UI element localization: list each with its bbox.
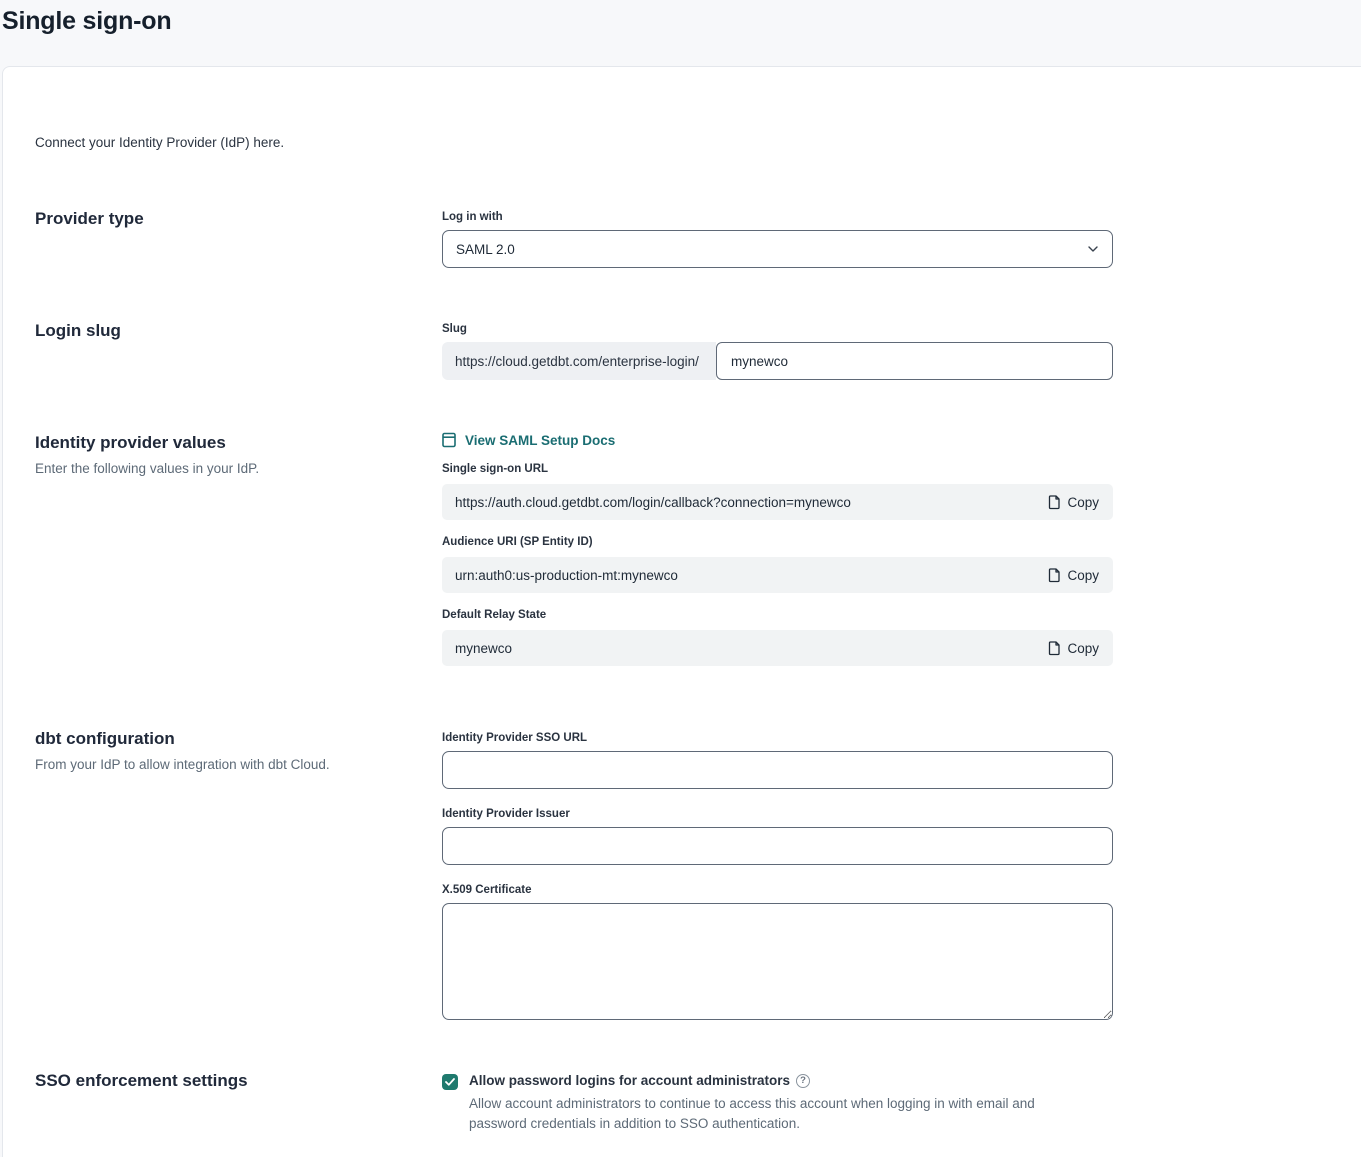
slug-url-prefix: https://cloud.getdbt.com/enterprise-logi… (442, 342, 716, 380)
idp-issuer-input[interactable] (442, 827, 1113, 865)
relay-state-value: mynewco (455, 641, 512, 656)
x509-certificate-textarea[interactable] (442, 903, 1113, 1020)
copy-sso-url-button[interactable]: Copy (1047, 495, 1099, 510)
dbt-config-heading: dbt configuration (35, 727, 442, 751)
sso-url-field: https://auth.cloud.getdbt.com/login/call… (442, 484, 1113, 520)
section-dbt-configuration: dbt configuration From your IdP to allow… (35, 727, 1113, 1020)
sso-url-value: https://auth.cloud.getdbt.com/login/call… (455, 495, 851, 510)
slug-input-group: https://cloud.getdbt.com/enterprise-logi… (442, 342, 1113, 380)
view-saml-docs-link[interactable]: View SAML Setup Docs (442, 432, 1113, 448)
section-provider-type: Provider type Log in with SAML 2.0 (35, 207, 1113, 268)
copy-button-label: Copy (1067, 641, 1099, 656)
idp-values-subheading: Enter the following values in your IdP. (35, 461, 442, 476)
login-with-selected-value: SAML 2.0 (456, 242, 515, 257)
audience-uri-label: Audience URI (SP Entity ID) (442, 535, 1113, 549)
idp-issuer-label: Identity Provider Issuer (442, 807, 1113, 821)
login-with-label: Log in with (442, 210, 1113, 224)
section-login-slug: Login slug Slug https://cloud.getdbt.com… (35, 319, 1113, 380)
allow-password-logins-row: Allow password logins for account admini… (442, 1073, 1113, 1134)
page-title: Single sign-on (2, 7, 1361, 36)
docs-link-label: View SAML Setup Docs (465, 433, 615, 448)
sso-url-label: Single sign-on URL (442, 462, 1113, 476)
idp-sso-url-input[interactable] (442, 751, 1113, 789)
chevron-down-icon (1087, 245, 1099, 253)
audience-uri-field: urn:auth0:us-production-mt:mynewco Copy (442, 557, 1113, 593)
help-icon[interactable]: ? (796, 1074, 810, 1088)
copy-icon (1047, 641, 1060, 656)
allow-password-logins-description: Allow account administrators to continue… (469, 1094, 1094, 1134)
login-slug-heading: Login slug (35, 319, 442, 343)
idp-sso-url-label: Identity Provider SSO URL (442, 731, 1113, 745)
allow-password-logins-label: Allow password logins for account admini… (469, 1073, 790, 1088)
login-with-select[interactable]: SAML 2.0 (442, 230, 1113, 268)
page-header: Single sign-on (0, 0, 1361, 66)
slug-input[interactable] (716, 342, 1113, 380)
dbt-config-subheading: From your IdP to allow integration with … (35, 757, 442, 772)
sso-enforcement-heading: SSO enforcement settings (35, 1069, 442, 1093)
audience-uri-value: urn:auth0:us-production-mt:mynewco (455, 568, 678, 583)
idp-values-heading: Identity provider values (35, 431, 442, 455)
section-idp-values: Identity provider values Enter the follo… (35, 431, 1113, 666)
x509-certificate-label: X.509 Certificate (442, 883, 1113, 897)
relay-state-field: mynewco Copy (442, 630, 1113, 666)
settings-card: Connect your Identity Provider (IdP) her… (2, 66, 1361, 1157)
section-sso-enforcement: SSO enforcement settings Allow password … (35, 1069, 1113, 1134)
copy-icon (1047, 495, 1060, 510)
relay-state-label: Default Relay State (442, 608, 1113, 622)
copy-button-label: Copy (1067, 568, 1099, 583)
docs-icon (442, 432, 456, 448)
slug-label: Slug (442, 322, 1113, 336)
copy-icon (1047, 568, 1060, 583)
provider-type-heading: Provider type (35, 207, 442, 231)
copy-audience-uri-button[interactable]: Copy (1047, 568, 1099, 583)
intro-text: Connect your Identity Provider (IdP) her… (35, 135, 284, 150)
allow-password-logins-checkbox[interactable] (442, 1074, 458, 1090)
copy-relay-state-button[interactable]: Copy (1047, 641, 1099, 656)
copy-button-label: Copy (1067, 495, 1099, 510)
